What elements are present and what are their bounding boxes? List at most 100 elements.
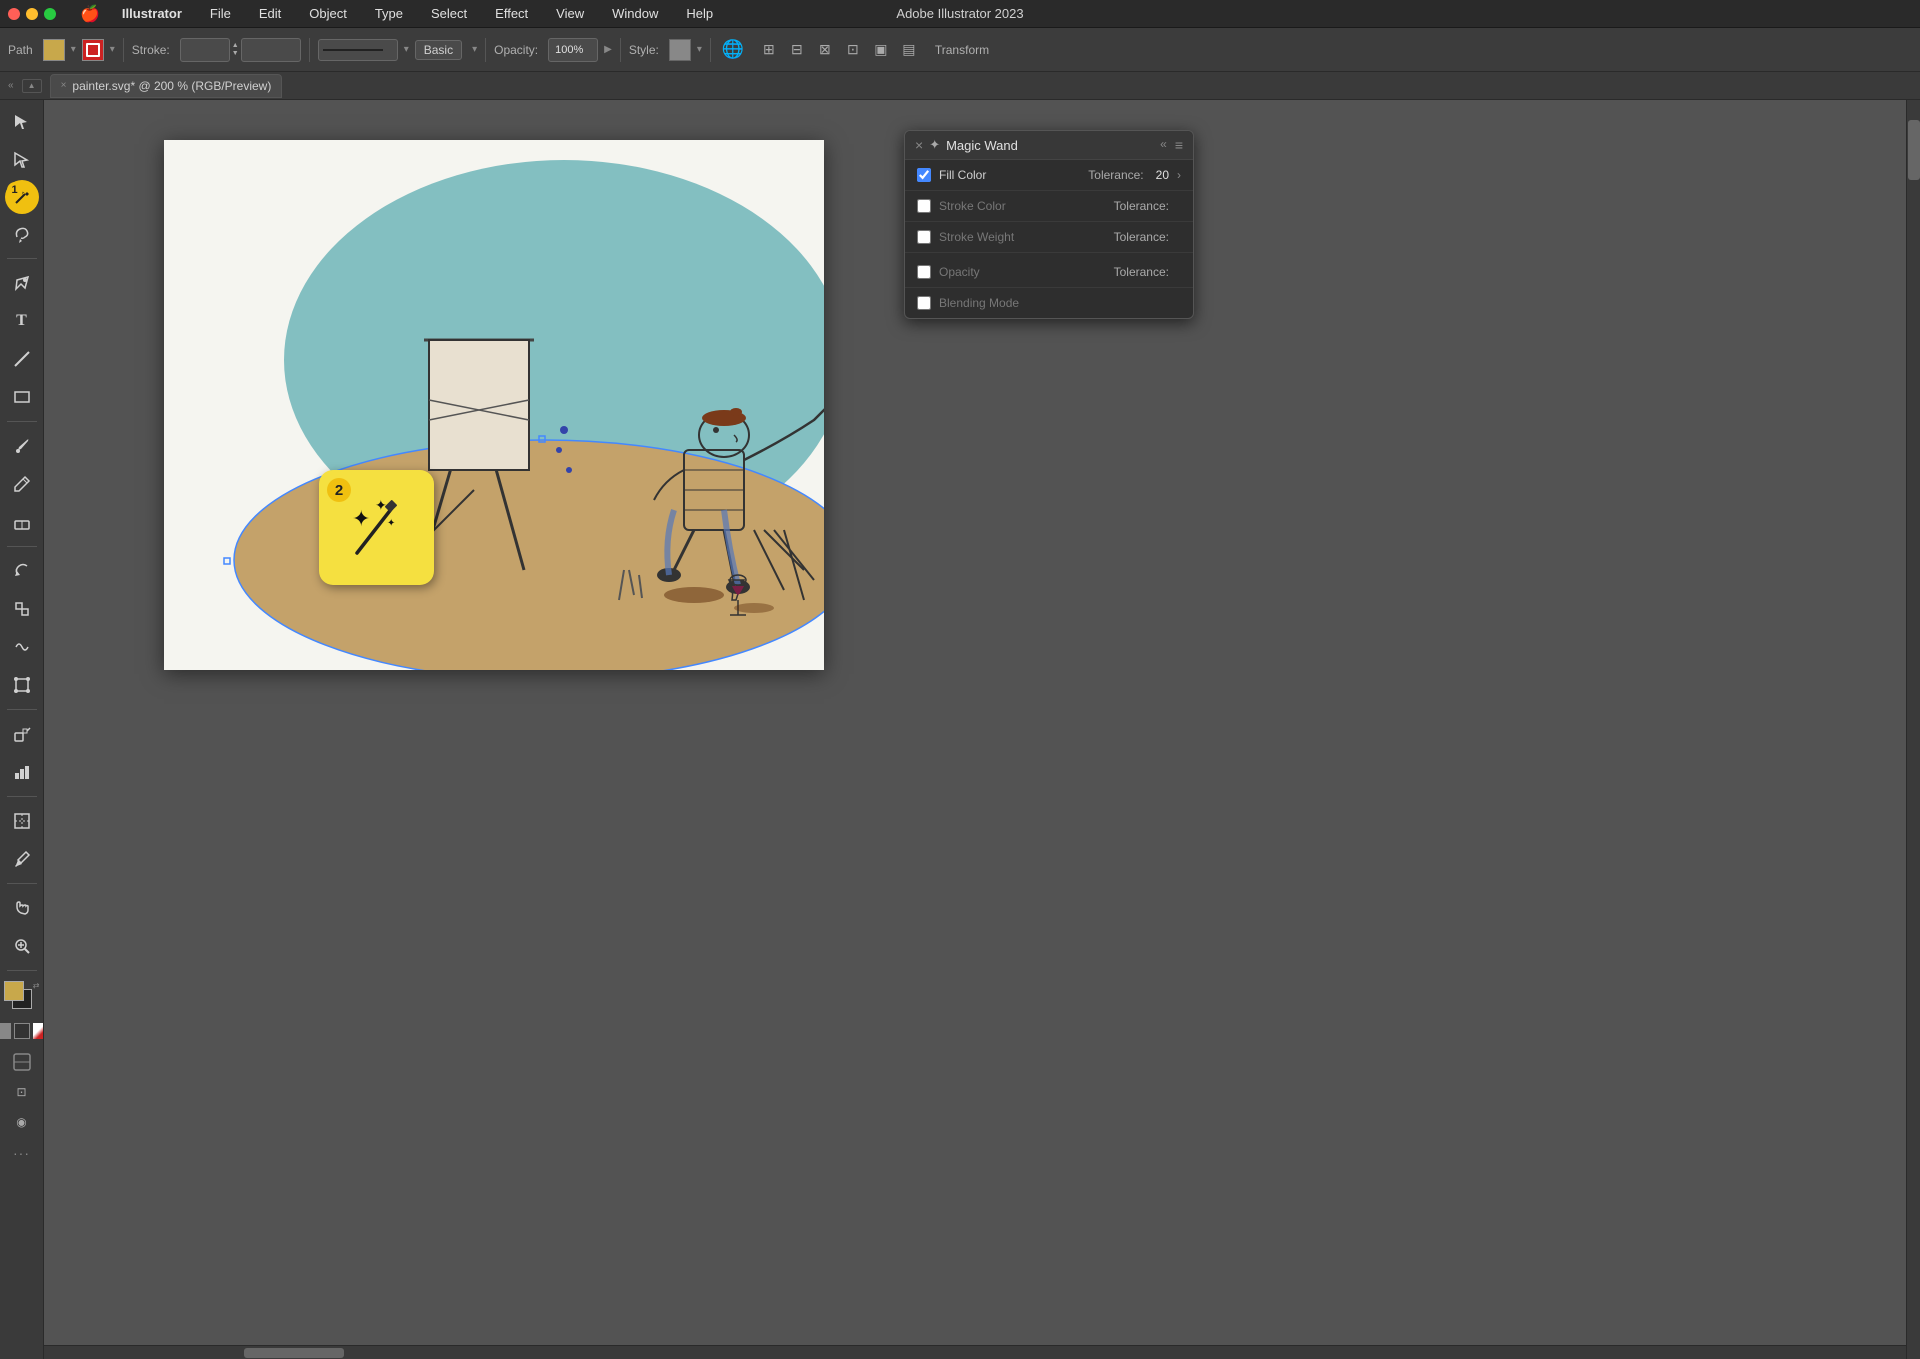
direct-select-tool[interactable] (4, 142, 40, 178)
lasso-tool[interactable] (4, 216, 40, 252)
main-layout: ✦ 1 T (0, 100, 1920, 1359)
select-menu[interactable]: Select (425, 4, 473, 23)
eraser-tool[interactable] (4, 504, 40, 540)
gray-swatch[interactable] (0, 1023, 11, 1039)
tab-close-button[interactable]: × (61, 80, 67, 91)
panel-row-stroke-color: Stroke Color Tolerance: (905, 191, 1193, 222)
stroke-swatch-arrow[interactable]: ▾ (110, 44, 115, 55)
tab-filename: painter.svg* @ 200 % (RGB/Preview) (72, 79, 271, 93)
style-arrow[interactable]: ▾ (697, 44, 702, 55)
panel-row-fill-color: Fill Color Tolerance: 20 › (905, 160, 1193, 191)
edit-menu[interactable]: Edit (253, 4, 287, 23)
swap-colors-icon[interactable]: ⇄ (33, 981, 40, 990)
effect-menu[interactable]: Effect (489, 4, 534, 23)
blending-mode-checkbox[interactable] (917, 296, 931, 310)
opacity-checkbox[interactable] (917, 265, 931, 279)
pencil-tool[interactable] (4, 466, 40, 502)
basic-style-arrow[interactable]: ▾ (472, 44, 477, 55)
panel-menu-icon[interactable]: ≡ (1175, 137, 1183, 153)
pen-tool[interactable] (4, 265, 40, 301)
stroke-style-arrow[interactable]: ▾ (404, 44, 409, 55)
horizontal-scrollbar[interactable] (44, 1345, 1906, 1359)
fill-color-swatch[interactable] (43, 39, 65, 61)
sep-2 (309, 38, 310, 62)
hand-tool[interactable] (4, 890, 40, 926)
stroke-options[interactable] (241, 38, 301, 62)
stroke-spinner[interactable]: ▲ ▼ (232, 42, 239, 57)
svg-text:✦: ✦ (387, 518, 395, 529)
file-menu[interactable]: File (204, 4, 237, 23)
stroke-color-checkbox[interactable] (917, 199, 931, 213)
type-menu[interactable]: Type (369, 4, 409, 23)
app-menu[interactable]: Illustrator (116, 4, 188, 23)
fill-expand-arrow[interactable]: › (1177, 168, 1181, 182)
v-scroll-thumb[interactable] (1908, 120, 1920, 180)
align-top-icon[interactable]: ⊡ (841, 38, 865, 62)
rect-tool[interactable] (4, 379, 40, 415)
text-tool[interactable]: T (4, 303, 40, 339)
minimize-button[interactable] (26, 8, 38, 20)
dark-swatch[interactable] (14, 1023, 30, 1039)
panel-collapse-left[interactable]: « (8, 80, 14, 91)
stroke-weight-label: Stroke Weight (939, 230, 1106, 244)
help-menu[interactable]: Help (680, 4, 719, 23)
zoom-tool[interactable] (4, 928, 40, 964)
magic-wand-tool-btn[interactable]: ✦ 1 (5, 180, 39, 214)
tool-sep-7 (7, 970, 37, 971)
globe-icon[interactable]: 🌐 (719, 36, 747, 64)
scale-tool[interactable] (4, 591, 40, 627)
slice-tool[interactable] (4, 803, 40, 839)
view-menu[interactable]: View (550, 4, 590, 23)
rotate-tool[interactable] (4, 553, 40, 589)
tool-sep-6 (7, 883, 37, 884)
distribute-icon[interactable]: ▤ (897, 38, 921, 62)
basic-style[interactable]: Basic (415, 40, 462, 60)
app-title: Adobe Illustrator 2023 (896, 6, 1023, 21)
symbol-sprayer-tool[interactable] (4, 716, 40, 752)
collapse-icon[interactable]: ▲ (22, 79, 42, 93)
more-tools[interactable]: ··· (4, 1145, 40, 1161)
h-scroll-thumb[interactable] (244, 1348, 344, 1358)
line-tool[interactable] (4, 341, 40, 377)
style-swatch[interactable] (669, 39, 691, 61)
panel-header-buttons: « ≡ (1160, 137, 1183, 153)
tabbar: « ▲ × painter.svg* @ 200 % (RGB/Preview) (0, 72, 1920, 100)
fill-color-arrow[interactable]: ▾ (71, 44, 76, 55)
apple-menu[interactable]: 🍎 (80, 4, 100, 24)
maximize-button[interactable] (44, 8, 56, 20)
color-mode-icon[interactable] (9, 1049, 35, 1075)
magic-wand-tooltip: 2 ✦ ✦ ✦ (319, 470, 434, 585)
tooltip-badge: 2 (327, 478, 351, 502)
chart-tool[interactable] (4, 754, 40, 790)
window-menu[interactable]: Window (606, 4, 664, 23)
selection-tool[interactable] (4, 104, 40, 140)
magic-wand-panel: × ✦ Magic Wand « ≡ Fill Color Tolerance:… (904, 130, 1194, 319)
stroke-color-swatch[interactable] (82, 39, 104, 61)
align-left-icon[interactable]: ⊞ (757, 38, 781, 62)
stroke-weight-tolerance-label: Tolerance: (1114, 230, 1169, 244)
stroke-weight-checkbox[interactable] (917, 230, 931, 244)
paintbrush-tool[interactable] (4, 428, 40, 464)
screen-mode-icon[interactable]: ⊡ (9, 1079, 35, 1105)
stroke-width-input[interactable] (180, 38, 230, 62)
fill-color-box[interactable] (4, 981, 24, 1001)
free-transform-tool[interactable] (4, 667, 40, 703)
panel-title: Magic Wand (946, 138, 1018, 153)
panel-collapse-icon[interactable]: « (1160, 137, 1167, 153)
fill-color-checkbox[interactable] (917, 168, 931, 182)
none-swatch[interactable] (33, 1023, 45, 1039)
object-menu[interactable]: Object (303, 4, 353, 23)
close-button[interactable] (8, 8, 20, 20)
align-right-icon[interactable]: ⊠ (813, 38, 837, 62)
align-middle-v-icon[interactable]: ▣ (869, 38, 893, 62)
artboard-icon[interactable]: ◉ (9, 1109, 35, 1135)
stroke-style-preview[interactable] (318, 39, 398, 61)
panel-close-button[interactable]: × (915, 137, 923, 153)
align-center-h-icon[interactable]: ⊟ (785, 38, 809, 62)
warp-tool[interactable] (4, 629, 40, 665)
opacity-input[interactable] (548, 38, 598, 62)
document-tab[interactable]: × painter.svg* @ 200 % (RGB/Preview) (50, 74, 283, 98)
vertical-scrollbar[interactable] (1906, 100, 1920, 1359)
opacity-arrow[interactable]: ▶ (604, 44, 612, 55)
eyedropper-tool[interactable] (4, 841, 40, 877)
